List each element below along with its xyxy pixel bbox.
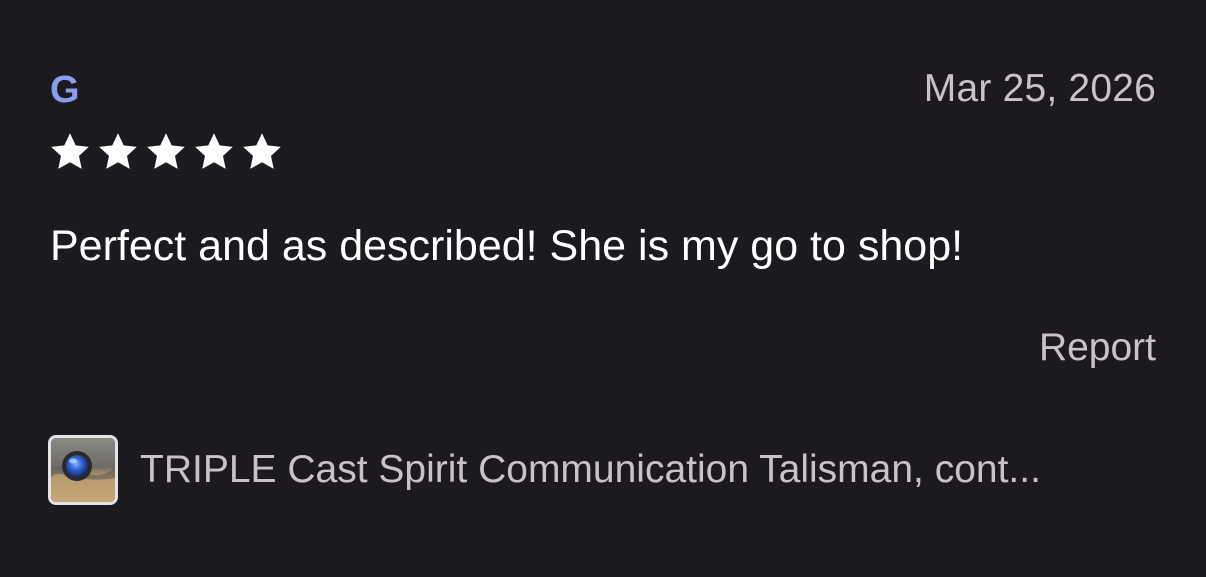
review-card: G Mar 25, 2026 Perfect and as described!… — [0, 0, 1206, 577]
star-icon — [192, 130, 236, 174]
review-text: Perfect and as described! She is my go t… — [50, 222, 964, 270]
reviewer-name[interactable]: G — [50, 68, 80, 112]
star-icon — [96, 130, 140, 174]
star-icon — [144, 130, 188, 174]
listing-title[interactable]: TRIPLE Cast Spirit Communication Talisma… — [140, 447, 1140, 493]
star-rating — [48, 130, 284, 174]
product-thumbnail[interactable] — [48, 435, 118, 505]
listing-link[interactable]: TRIPLE Cast Spirit Communication Talisma… — [48, 432, 1140, 508]
star-icon — [48, 130, 92, 174]
review-date: Mar 25, 2026 — [923, 67, 1156, 110]
star-icon — [240, 130, 284, 174]
report-button[interactable]: Report — [1039, 325, 1156, 371]
